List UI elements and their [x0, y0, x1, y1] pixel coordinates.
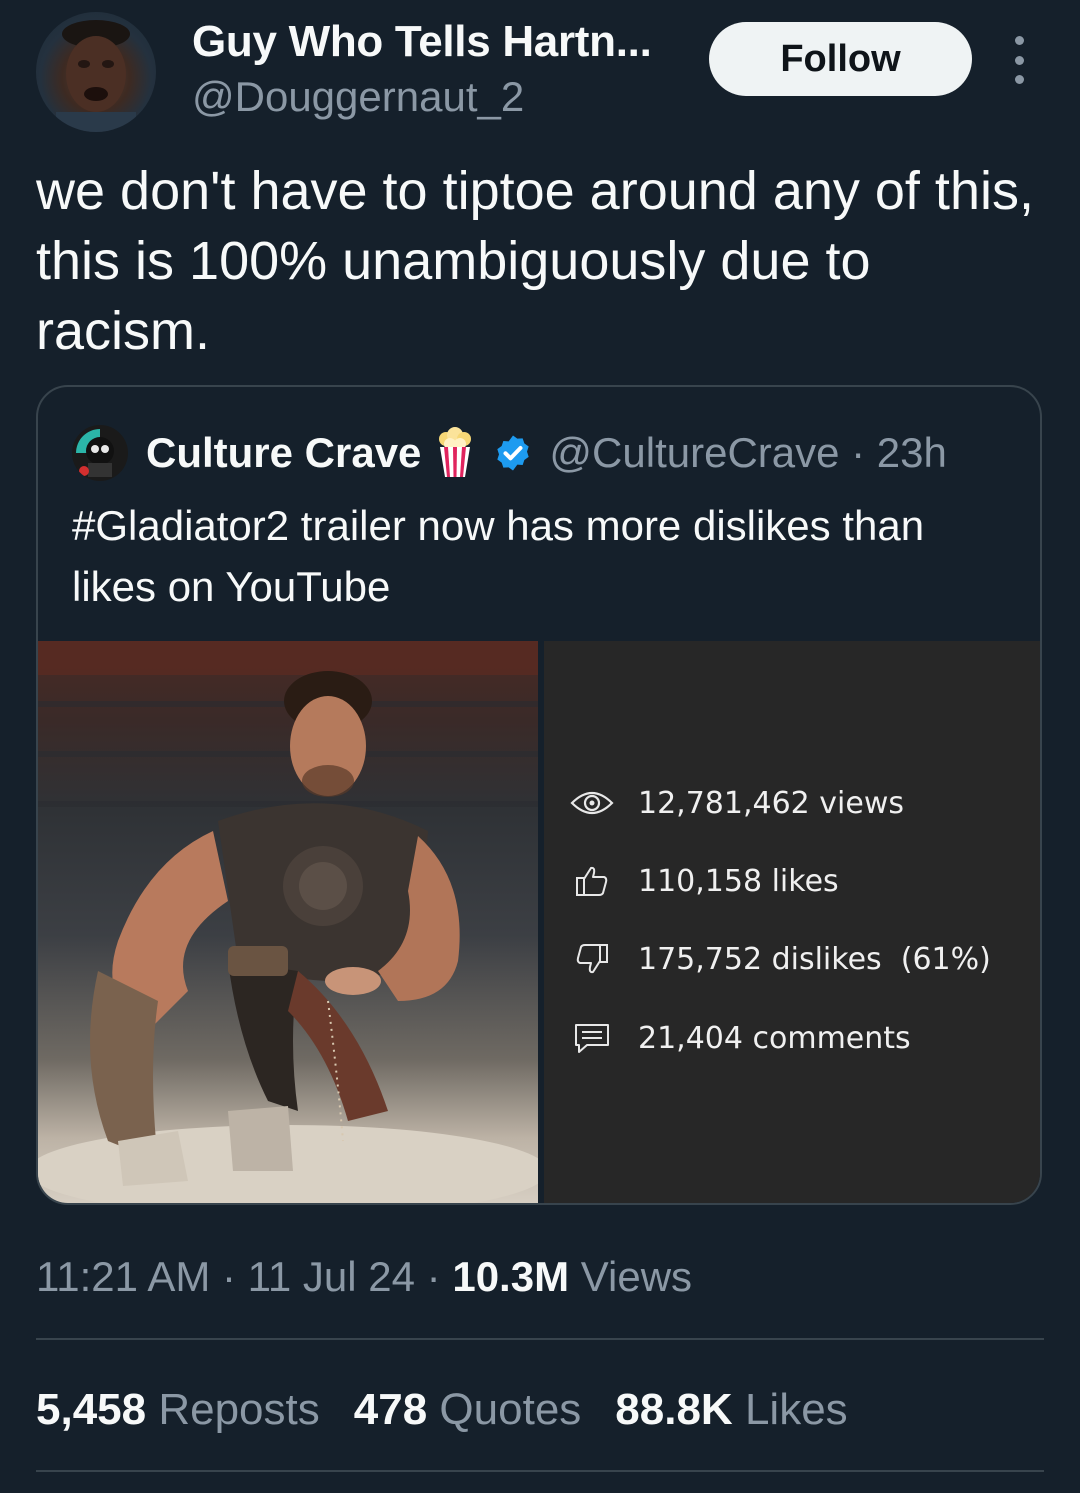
gladiator-photo[interactable]	[38, 641, 538, 1203]
author-info: Guy Who Tells Hartn... @Douggernaut_2	[192, 16, 712, 122]
more-dot	[1014, 75, 1024, 84]
quoted-author-avatar[interactable]	[72, 425, 128, 481]
stat-comments: 21,404 comments	[568, 1018, 911, 1058]
tweet-time-date[interactable]: 11:21 AM · 11 Jul 24 ·	[36, 1253, 452, 1300]
stat-dislikes: 175,752 dislikes (61%)	[568, 939, 991, 979]
tweet-text: we don't have to tiptoe around any of th…	[36, 161, 1034, 361]
follow-button[interactable]: Follow	[709, 22, 972, 96]
author-handle[interactable]: @Douggernaut_2	[192, 72, 712, 122]
verified-badge-icon	[497, 435, 530, 471]
quotes-label: Quotes	[439, 1385, 582, 1434]
stat-views: 12,781,462 views	[568, 783, 904, 823]
tweet-header: Guy Who Tells Hartn... @Douggernaut_2 Fo…	[36, 10, 1046, 132]
likes-count: 110,158 likes	[638, 863, 839, 899]
quotes-link[interactable]: 478 Quotes	[354, 1385, 582, 1434]
likes-link[interactable]: 88.8K Likes	[615, 1385, 847, 1434]
dislikes-count: 175,752 dislikes (61%)	[638, 941, 991, 977]
popcorn-icon	[439, 427, 472, 477]
author-display-name[interactable]: Guy Who Tells Hartn...	[192, 16, 712, 68]
quotes-count: 478	[353, 1385, 428, 1434]
quoted-handle-time[interactable]: @CultureCrave · 23h	[549, 429, 946, 477]
more-dot	[1014, 36, 1024, 45]
reposts-link[interactable]: 5,458 Reposts	[36, 1385, 320, 1434]
thumbs-down-icon	[568, 939, 616, 979]
divider	[36, 1338, 1044, 1340]
author-avatar[interactable]	[36, 12, 156, 132]
quoted-tweet-card[interactable]: Culture Crave @CultureCrave · 23h #Gladi…	[36, 385, 1042, 1205]
quoted-tweet-text: #Gladiator2 trailer now has more dislike…	[72, 502, 925, 610]
eye-icon	[568, 783, 616, 823]
quoted-media[interactable]: 12,781,462 views 110,158 likes 175,752 d…	[38, 641, 1040, 1203]
thumbs-up-icon	[568, 861, 616, 901]
divider	[36, 1470, 1044, 1472]
more-icon[interactable]	[1004, 36, 1034, 84]
stat-likes: 110,158 likes	[568, 861, 839, 901]
quoted-tweet-header: Culture Crave @CultureCrave · 23h	[72, 423, 947, 483]
reposts-label: Reposts	[158, 1385, 320, 1434]
comment-icon	[568, 1018, 616, 1058]
more-dot	[1014, 55, 1024, 65]
comments-count: 21,404 comments	[638, 1020, 911, 1056]
likes-label: Likes	[744, 1385, 848, 1434]
youtube-stats-panel: 12,781,462 views 110,158 likes 175,752 d…	[544, 641, 1040, 1203]
views-count: 12,781,462 views	[638, 785, 905, 821]
tweet-meta: 11:21 AM · 11 Jul 24 · 10.3M Views	[36, 1250, 692, 1304]
reposts-count: 5,458	[36, 1385, 147, 1434]
likes-count-total: 88.8K	[615, 1385, 733, 1434]
quoted-author-name[interactable]: Culture Crave	[146, 429, 421, 477]
views-label: Views	[569, 1253, 693, 1300]
views-total: 10.3M	[452, 1253, 570, 1300]
engagement-counts: 5,458 Reposts 478 Quotes 88.8K Likes	[36, 1382, 882, 1438]
